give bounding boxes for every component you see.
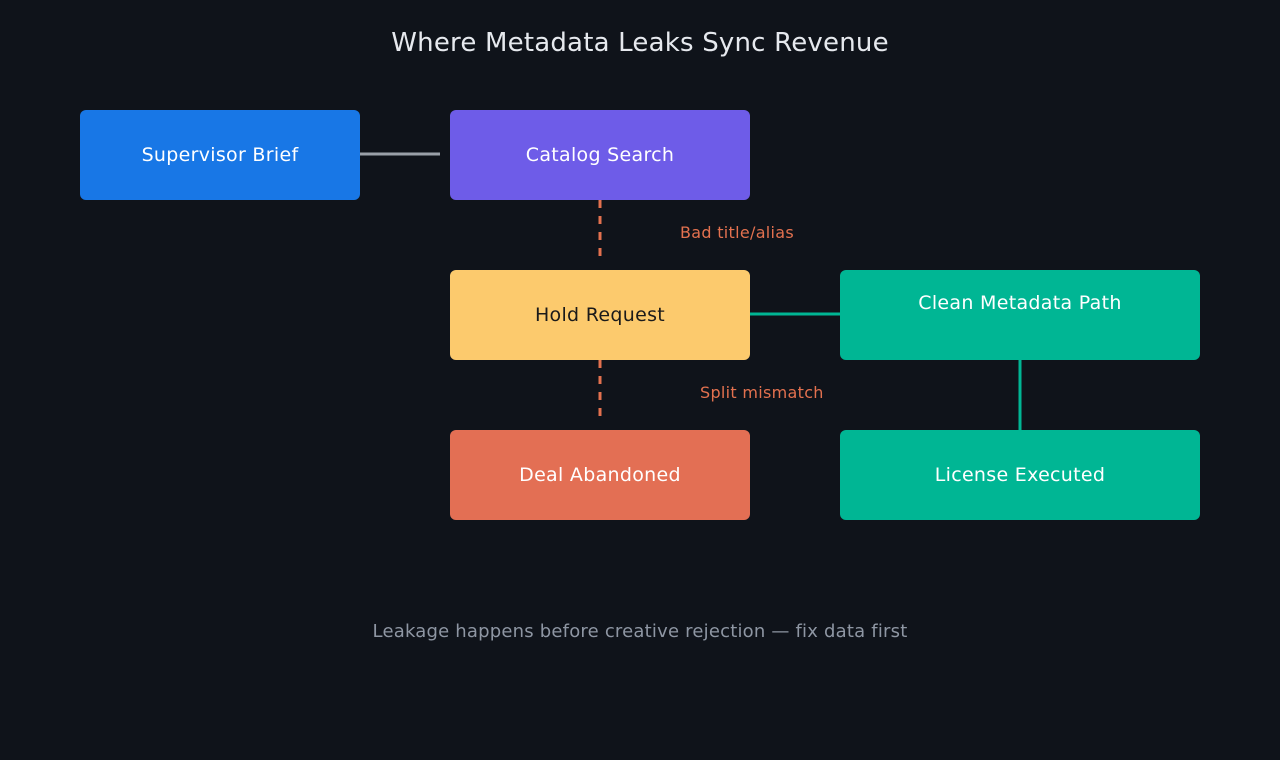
node-clean-metadata-path: Clean Metadata Path: [840, 270, 1200, 360]
edge-label-split-mismatch: Split mismatch: [700, 383, 824, 402]
node-label: Supervisor Brief: [141, 144, 299, 166]
edge-label-bad-title: Bad title/alias: [680, 223, 795, 242]
node-catalog-search: Catalog Search: [450, 110, 750, 200]
node-label: Clean Metadata Path: [918, 292, 1122, 314]
node-label: Hold Request: [534, 304, 666, 326]
node-label: Deal Abandoned: [519, 464, 681, 486]
node-hold-request: Hold Request: [450, 270, 750, 360]
node-label: Catalog Search: [525, 144, 675, 166]
node-license-executed: License Executed: [840, 430, 1200, 520]
node-deal-abandoned: Deal Abandoned: [450, 430, 750, 520]
node-supervisor-brief: Supervisor Brief: [80, 110, 360, 200]
diagram-caption: Leakage happens before creative rejectio…: [372, 621, 908, 642]
node-label: License Executed: [934, 464, 1106, 486]
